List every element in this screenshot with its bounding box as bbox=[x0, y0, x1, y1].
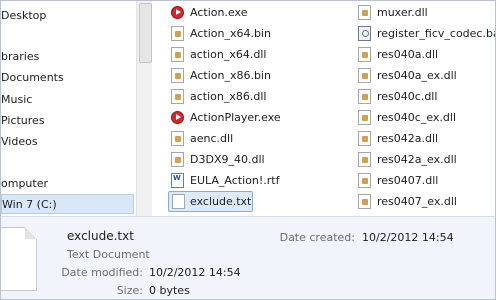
file-name: res040a.dll bbox=[377, 48, 439, 61]
file-name: action_x86.dll bbox=[190, 90, 267, 103]
nav-item-label: Music bbox=[1, 93, 33, 106]
file-name: aenc.dll bbox=[190, 132, 234, 145]
navigation-pane: Desktop braries Documents Music Pictures… bbox=[1, 1, 136, 216]
dll-file-icon bbox=[358, 89, 371, 104]
file-item[interactable]: action_x64.dll bbox=[171, 45, 311, 64]
nav-item-label: omputer bbox=[1, 177, 49, 190]
dll-file-icon bbox=[358, 173, 371, 188]
scrollbar-thumb[interactable] bbox=[139, 3, 152, 63]
nav-item-videos[interactable]: Videos bbox=[1, 132, 38, 152]
nav-item-documents[interactable]: Documents bbox=[1, 68, 64, 88]
file-item-selected[interactable]: exclude.txt bbox=[168, 191, 253, 212]
rtf-file-icon bbox=[171, 173, 184, 188]
large-text-file-icon bbox=[1, 227, 37, 291]
file-name: res0407.dll bbox=[377, 174, 439, 187]
nav-item-desktop[interactable]: Desktop bbox=[1, 6, 46, 26]
actionplayer-exe-icon bbox=[171, 111, 184, 124]
file-item[interactable]: res0407_ex.dll bbox=[358, 192, 495, 211]
file-name: Action.exe bbox=[190, 6, 248, 19]
nav-item-label: Videos bbox=[1, 135, 38, 148]
date-modified-label: Date modified: bbox=[61, 266, 143, 279]
nav-item-label: Documents bbox=[1, 71, 64, 84]
file-item[interactable]: D3DX9_40.dll bbox=[171, 150, 311, 169]
dll-file-icon bbox=[171, 47, 184, 62]
file-item[interactable]: res0407.dll bbox=[358, 171, 495, 190]
file-name: muxer.dll bbox=[377, 6, 428, 19]
details-file-type: Text Document bbox=[67, 248, 150, 261]
nav-item-computer[interactable]: omputer bbox=[1, 174, 48, 194]
file-name: action_x64.dll bbox=[190, 48, 267, 61]
file-item[interactable]: Action_x64.bin bbox=[171, 24, 311, 43]
file-item[interactable]: aenc.dll bbox=[171, 129, 311, 148]
dll-file-icon bbox=[358, 194, 371, 209]
file-item[interactable]: res040c_ex.dll bbox=[358, 108, 495, 127]
nav-item-win7-drive[interactable]: Win 7 (C:) bbox=[1, 194, 134, 214]
dll-file-icon bbox=[358, 131, 371, 146]
file-name: register_ficv_codec.bat bbox=[377, 27, 496, 40]
dll-file-icon bbox=[358, 110, 371, 125]
file-name: ActionPlayer.exe bbox=[190, 111, 281, 124]
dll-file-icon bbox=[171, 89, 184, 104]
file-name: exclude.txt bbox=[190, 195, 252, 208]
dll-file-icon bbox=[171, 152, 184, 167]
file-item[interactable]: ActionPlayer.exe bbox=[171, 108, 311, 127]
dll-file-icon bbox=[358, 68, 371, 83]
dll-file-icon bbox=[358, 152, 371, 167]
file-list: Action.exe Action_x64.bin action_x64.dll… bbox=[153, 1, 496, 216]
file-name: Action_x64.bin bbox=[190, 27, 271, 40]
date-created-value[interactable]: 10/2/2012 14:54 bbox=[362, 231, 454, 244]
file-item[interactable]: register_ficv_codec.bat bbox=[358, 24, 496, 43]
dll-file-icon bbox=[171, 131, 184, 146]
file-item[interactable]: action_x86.dll bbox=[171, 87, 311, 106]
text-file-icon bbox=[172, 194, 185, 209]
dll-file-icon bbox=[358, 47, 371, 62]
file-item[interactable]: muxer.dll bbox=[358, 3, 495, 22]
file-name: res040c_ex.dll bbox=[377, 111, 456, 124]
file-name: res0407_ex.dll bbox=[377, 195, 457, 208]
size-value: 0 bytes bbox=[149, 284, 190, 297]
file-item[interactable]: res040a_ex.dll bbox=[358, 66, 495, 85]
file-item[interactable]: res042a.dll bbox=[358, 129, 495, 148]
file-item[interactable]: res040a.dll bbox=[358, 45, 495, 64]
file-name: res042a_ex.dll bbox=[377, 153, 457, 166]
date-modified-value[interactable]: 10/2/2012 14:54 bbox=[149, 266, 241, 279]
dll-file-icon bbox=[358, 5, 371, 20]
file-name: Action_x86.bin bbox=[190, 69, 271, 82]
nav-item-label: braries bbox=[1, 50, 40, 63]
bin-file-icon bbox=[171, 68, 184, 83]
nav-item-label: Desktop bbox=[1, 9, 47, 22]
file-name: res040a_ex.dll bbox=[377, 69, 457, 82]
file-name: EULA_Action!.rtf bbox=[190, 174, 280, 187]
file-item[interactable]: EULA_Action!.rtf bbox=[171, 171, 311, 190]
file-name: res042a.dll bbox=[377, 132, 439, 145]
explorer-window: Desktop braries Documents Music Pictures… bbox=[0, 0, 496, 300]
nav-item-libraries[interactable]: braries bbox=[1, 47, 39, 67]
file-item[interactable]: res042a_ex.dll bbox=[358, 150, 495, 169]
nav-item-pictures[interactable]: Pictures bbox=[1, 111, 45, 131]
nav-item-music[interactable]: Music bbox=[1, 90, 32, 110]
details-pane: exclude.txt Text Document Date modified:… bbox=[1, 216, 495, 299]
details-file-name: exclude.txt bbox=[67, 229, 134, 243]
date-created-label: Date created: bbox=[279, 231, 355, 244]
file-name: D3DX9_40.dll bbox=[190, 153, 265, 166]
action-exe-icon bbox=[171, 6, 184, 19]
file-item[interactable]: Action_x86.bin bbox=[171, 66, 311, 85]
file-name: res040c.dll bbox=[377, 90, 438, 103]
file-item[interactable]: res040c.dll bbox=[358, 87, 495, 106]
bat-file-icon bbox=[358, 26, 371, 41]
size-label: Size: bbox=[116, 284, 143, 297]
file-item[interactable]: Action.exe bbox=[171, 3, 311, 22]
bin-file-icon bbox=[171, 26, 184, 41]
nav-item-label: Pictures bbox=[1, 114, 45, 127]
nav-item-label: Win 7 (C:) bbox=[2, 198, 57, 211]
navigation-scrollbar[interactable] bbox=[136, 1, 152, 216]
